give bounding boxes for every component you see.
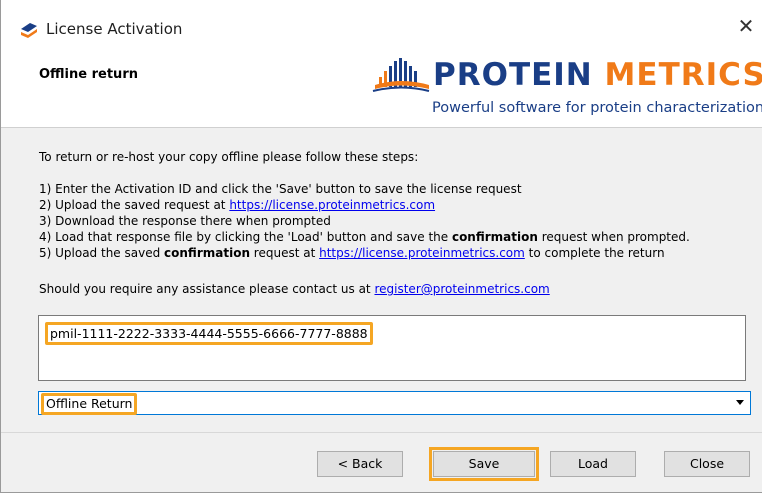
back-button[interactable]: < Back — [317, 451, 403, 477]
license-portal-link[interactable]: https://license.proteinmetrics.com — [229, 198, 435, 212]
step-4-prefix: 4) Load that response file by clicking t… — [39, 230, 452, 244]
activation-id-field[interactable]: pmil-1111-2222-3333-4444-5555-6666-7777-… — [38, 315, 746, 381]
chevron-down-icon[interactable] — [736, 400, 744, 405]
logo-tagline: Powerful software for protein characteri… — [432, 100, 762, 116]
step-4-text: 4) Load that response file by clicking t… — [39, 230, 690, 244]
license-activation-dialog: License Activation ✕ Offline return PROT… — [0, 0, 762, 493]
page-title: Offline return — [39, 67, 138, 82]
app-logo-icon — [19, 20, 39, 40]
activation-id-value: pmil-1111-2222-3333-4444-5555-6666-7777-… — [45, 322, 373, 345]
step-5-suffix: to complete the return — [524, 246, 665, 260]
license-portal-link-2[interactable]: https://license.proteinmetrics.com — [319, 246, 525, 260]
step-3-text: 3) Download the response there when prom… — [39, 214, 331, 228]
return-mode-select[interactable]: Offline Return — [38, 391, 751, 415]
logo-word-protein: PROTEIN — [433, 57, 593, 93]
dialog-header: Offline return PROTEIN METRICS Powerful … — [1, 55, 762, 128]
close-icon[interactable]: ✕ — [736, 16, 756, 36]
step-2-prefix: 2) Upload the saved request at — [39, 198, 230, 212]
step-4-bold: confirmation — [451, 230, 538, 244]
step-2-text: 2) Upload the saved request at https://l… — [39, 198, 435, 212]
step-5-prefix: 5) Upload the saved — [39, 246, 165, 260]
logo-word-metrics: METRICS — [604, 57, 762, 93]
logo-wordmark: PROTEIN METRICS — [433, 57, 762, 93]
load-button[interactable]: Load — [550, 451, 636, 477]
save-button[interactable]: Save — [429, 447, 539, 481]
protein-metrics-logo-icon — [371, 55, 431, 99]
step-4-suffix: request when prompted. — [537, 230, 690, 244]
step-5-mid: request at — [249, 246, 320, 260]
return-mode-value: Offline Return — [41, 393, 138, 415]
close-button[interactable]: Close — [664, 451, 750, 477]
step-1-text: 1) Enter the Activation ID and click the… — [39, 182, 522, 196]
window-title: License Activation — [46, 20, 183, 38]
support-email-link[interactable]: register@proteinmetrics.com — [374, 282, 549, 296]
step-5-bold: confirmation — [164, 246, 250, 260]
step-5-text: 5) Upload the saved confirmation request… — [39, 246, 665, 260]
intro-text: To return or re-host your copy offline p… — [39, 150, 419, 164]
footer-divider — [1, 432, 762, 433]
help-prefix: Should you require any assistance please… — [39, 282, 375, 296]
title-bar: License Activation ✕ — [1, 0, 762, 62]
help-text: Should you require any assistance please… — [39, 282, 550, 296]
